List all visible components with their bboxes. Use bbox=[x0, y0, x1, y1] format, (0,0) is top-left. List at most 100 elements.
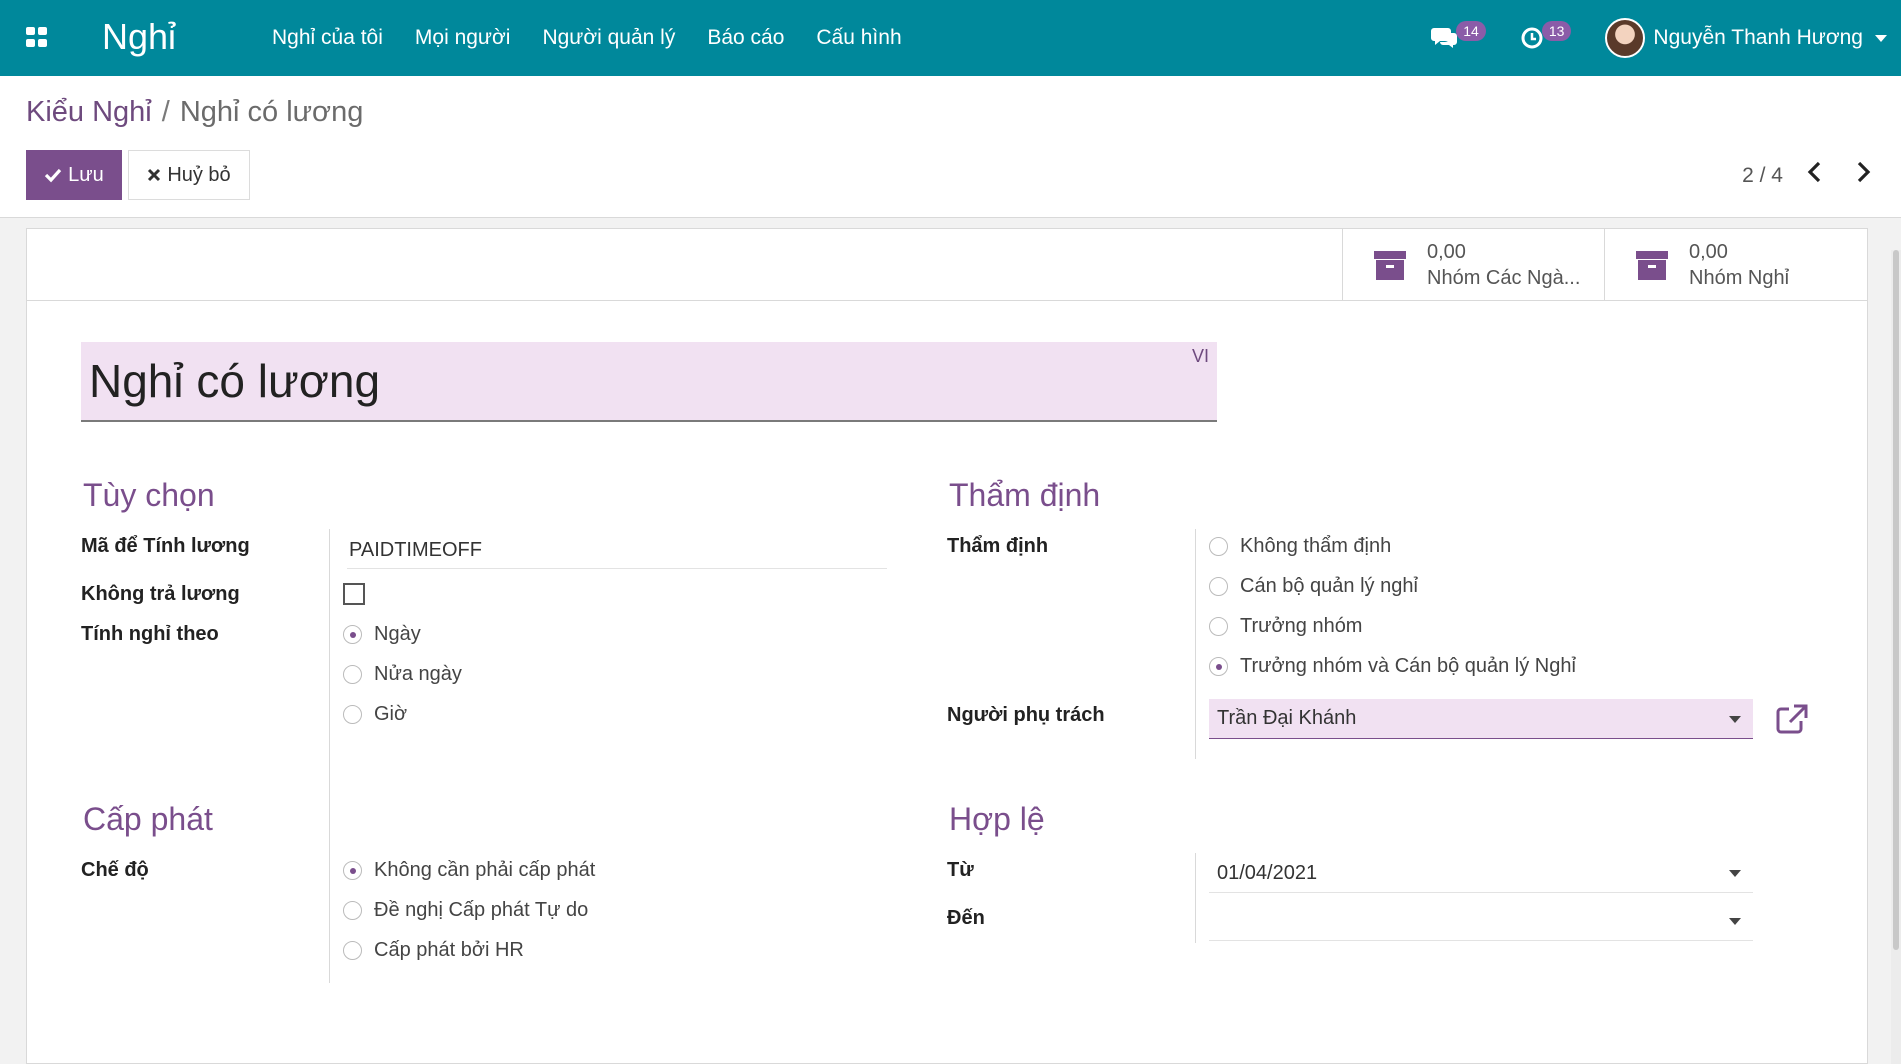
radio-label: Ngày bbox=[374, 623, 421, 645]
validity-to-label: Đến bbox=[947, 907, 985, 929]
scrollbar-thumb[interactable] bbox=[1893, 250, 1899, 950]
form-sheet: 0,00 Nhóm Các Ngà... 0,00 Nhóm Nghỉ Nghỉ… bbox=[26, 228, 1868, 1064]
take-in-option-half-day[interactable]: Nửa ngày bbox=[343, 663, 462, 686]
messages-count-badge: 14 bbox=[1456, 21, 1486, 41]
menu-configuration[interactable]: Cấu hình bbox=[800, 26, 917, 50]
breadcrumb-separator: / bbox=[161, 96, 170, 128]
section-title-options: Tùy chọn bbox=[83, 477, 215, 513]
user-avatar bbox=[1605, 18, 1646, 58]
systray: 14 13 Nguyễn Thanh Hương bbox=[1430, 0, 1901, 76]
activity-menu[interactable]: 13 bbox=[1520, 21, 1572, 50]
breadcrumb: Kiểu Nghỉ / Nghỉ có lương bbox=[26, 96, 363, 129]
chevron-down-icon bbox=[1875, 34, 1887, 42]
pager-value[interactable]: 2 / 4 bbox=[1742, 164, 1783, 188]
menu-my-time-off[interactable]: Nghỉ của tôi bbox=[256, 26, 399, 50]
radio-button-selected bbox=[1209, 657, 1228, 676]
radio-button bbox=[343, 941, 362, 960]
section-title-validity: Hợp lệ bbox=[949, 801, 1045, 837]
control-panel: Kiểu Nghỉ / Nghỉ có lương Lưu Huỷ bỏ 2 / 4 bbox=[0, 76, 1901, 218]
radio-label: Đề nghị Cấp phát Tự do bbox=[374, 899, 589, 921]
page-scrollbar[interactable] bbox=[1891, 250, 1901, 1064]
validation-option-time-off-officer[interactable]: Cán bộ quản lý nghỉ bbox=[1209, 575, 1418, 598]
allocation-divider bbox=[329, 853, 330, 983]
allocation-mode-label: Chế độ bbox=[81, 859, 149, 881]
clock-icon bbox=[1521, 27, 1543, 49]
archive-box-icon bbox=[1636, 251, 1668, 280]
stat-button-time-off-groups[interactable]: 0,00 Nhóm Nghỉ bbox=[1604, 229, 1866, 301]
breadcrumb-current: Nghỉ có lương bbox=[179, 96, 364, 128]
responsible-select-value: Trần Đại Khánh bbox=[1217, 707, 1357, 729]
allocation-option-by-hr[interactable]: Cấp phát bởi HR bbox=[343, 939, 524, 962]
chevron-down-icon bbox=[1729, 917, 1741, 925]
menu-reports[interactable]: Báo cáo bbox=[691, 26, 800, 50]
take-in-label: Tính nghỉ theo bbox=[81, 623, 219, 645]
chevron-down-icon bbox=[1729, 715, 1741, 723]
payroll-code-underline bbox=[347, 568, 887, 569]
radio-button-selected bbox=[343, 625, 362, 644]
stat-value: 0,00 bbox=[1427, 241, 1466, 263]
radio-label: Không cần phải cấp phát bbox=[374, 859, 596, 881]
radio-button bbox=[1209, 537, 1228, 556]
chevron-right-icon[interactable] bbox=[1853, 160, 1873, 184]
stat-label: Nhóm Các Ngà... bbox=[1427, 267, 1581, 289]
chevron-left-icon[interactable] bbox=[1805, 160, 1825, 184]
unpaid-checkbox[interactable] bbox=[343, 583, 365, 605]
external-link-icon[interactable] bbox=[1775, 703, 1809, 735]
radio-label: Nửa ngày bbox=[374, 663, 462, 685]
allocation-option-free-request[interactable]: Đề nghị Cấp phát Tự do bbox=[343, 899, 588, 922]
validity-from-label: Từ bbox=[947, 859, 974, 881]
user-menu[interactable]: Nguyễn Thanh Hương bbox=[1605, 18, 1887, 58]
take-in-option-hours[interactable]: Giờ bbox=[343, 703, 407, 726]
stat-button-text: 0,00 Nhóm Các Ngà... bbox=[1427, 239, 1597, 291]
menu-managers[interactable]: Người quản lý bbox=[526, 26, 691, 50]
payroll-code-label: Mã để Tính lương bbox=[81, 535, 250, 557]
radio-label: Trưởng nhóm và Cán bộ quản lý Nghỉ bbox=[1240, 655, 1576, 677]
save-button[interactable]: Lưu bbox=[26, 150, 122, 200]
top-navbar: Nghỉ Nghỉ của tôi Mọi người Người quản l… bbox=[0, 0, 1901, 76]
messaging-menu[interactable]: 14 bbox=[1430, 21, 1486, 50]
take-in-option-day[interactable]: Ngày bbox=[343, 623, 421, 646]
validity-from-date[interactable]: 01/04/2021 bbox=[1209, 853, 1753, 893]
validity-to-date[interactable] bbox=[1209, 901, 1753, 941]
radio-button bbox=[1209, 577, 1228, 596]
responsible-select[interactable]: Trần Đại Khánh bbox=[1209, 699, 1753, 739]
responsible-label: Người phụ trách bbox=[947, 704, 1105, 726]
name-field[interactable]: Nghỉ có lương VI bbox=[81, 342, 1217, 422]
radio-button-selected bbox=[343, 861, 362, 880]
chevron-down-icon bbox=[1729, 869, 1741, 877]
validation-option-none[interactable]: Không thẩm định bbox=[1209, 535, 1391, 558]
translate-lang-button[interactable]: VI bbox=[1192, 346, 1209, 367]
radio-button bbox=[1209, 617, 1228, 636]
validation-divider bbox=[1195, 529, 1196, 759]
check-icon bbox=[45, 168, 62, 183]
validation-option-both[interactable]: Trưởng nhóm và Cán bộ quản lý Nghỉ bbox=[1209, 655, 1576, 678]
app-brand[interactable]: Nghỉ bbox=[102, 16, 176, 58]
menu-everyone[interactable]: Mọi người bbox=[399, 26, 527, 50]
stat-value: 0,00 bbox=[1689, 241, 1728, 263]
apps-grid-icon[interactable] bbox=[26, 27, 48, 47]
activities-count-badge: 13 bbox=[1541, 21, 1572, 41]
payroll-code-input[interactable]: PAIDTIMEOFF bbox=[349, 539, 482, 562]
validity-divider bbox=[1195, 853, 1196, 943]
main-menu: Nghỉ của tôi Mọi người Người quản lý Báo… bbox=[256, 0, 918, 76]
radio-label: Giờ bbox=[374, 703, 408, 725]
unpaid-label: Không trả lương bbox=[81, 583, 240, 605]
validation-label: Thẩm định bbox=[947, 535, 1049, 557]
stat-button-allocation-groups[interactable]: 0,00 Nhóm Các Ngà... bbox=[1342, 229, 1604, 301]
radio-label: Không thẩm định bbox=[1240, 535, 1392, 557]
stat-button-text: 0,00 Nhóm Nghỉ bbox=[1689, 239, 1859, 291]
radio-label: Cán bộ quản lý nghỉ bbox=[1240, 575, 1418, 597]
chat-bubbles-icon bbox=[1431, 28, 1458, 48]
breadcrumb-parent-link[interactable]: Kiểu Nghỉ bbox=[26, 96, 152, 128]
discard-button-label: Huỷ bỏ bbox=[167, 163, 231, 186]
section-title-allocation: Cấp phát bbox=[83, 801, 213, 837]
validation-option-team-leader[interactable]: Trưởng nhóm bbox=[1209, 615, 1362, 638]
user-name: Nguyễn Thanh Hương bbox=[1653, 26, 1863, 49]
stat-label: Nhóm Nghỉ bbox=[1689, 267, 1790, 289]
name-field-value: Nghỉ có lương bbox=[89, 355, 381, 407]
smart-button-box: 0,00 Nhóm Các Ngà... 0,00 Nhóm Nghỉ bbox=[27, 229, 1867, 301]
allocation-option-no[interactable]: Không cần phải cấp phát bbox=[343, 859, 595, 882]
radio-label: Cấp phát bởi HR bbox=[374, 939, 524, 961]
discard-button[interactable]: Huỷ bỏ bbox=[128, 150, 250, 200]
radio-button bbox=[343, 665, 362, 684]
